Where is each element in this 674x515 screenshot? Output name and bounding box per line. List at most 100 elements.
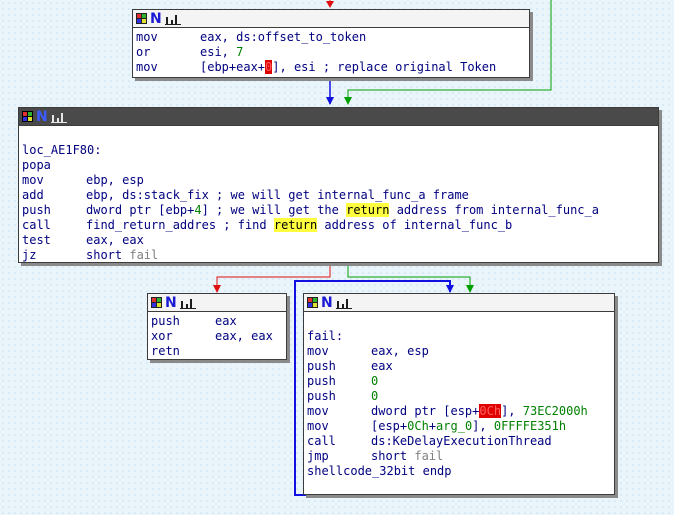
edge-main-to-left-red	[213, 263, 331, 293]
operand: return	[346, 203, 390, 217]
operand: ebp, ds:stack_fix ; we will get internal…	[86, 188, 469, 202]
mnemonic: jmp	[307, 449, 329, 463]
code-line[interactable]: push 0	[307, 374, 614, 389]
color-grid-icon	[136, 13, 147, 24]
mnemonic: xor	[151, 329, 173, 343]
edge-main-to-right-green	[347, 263, 474, 293]
n-icon[interactable]: N	[36, 110, 48, 124]
mnemonic: push	[22, 203, 51, 217]
operand: [esp+	[371, 419, 408, 433]
code-line[interactable]: loc_AE1F80:	[22, 143, 658, 158]
graph-icon[interactable]	[335, 297, 352, 309]
code-line[interactable]: push eax	[307, 359, 614, 374]
code-line[interactable]: mov eax, ds:offset_to_token	[136, 30, 529, 45]
code-line[interactable]: call find_return_addres ; find return add…	[22, 218, 658, 233]
operand: ],	[501, 404, 523, 418]
operand: eax, ds:offset_to_token	[200, 30, 367, 44]
block-header: N	[304, 294, 614, 312]
mnemonic: mov	[307, 404, 329, 418]
operand: +	[428, 419, 437, 433]
code-line[interactable]: add ebp, ds:stack_fix ; we will get inter…	[22, 188, 658, 203]
block-header: N	[19, 108, 658, 126]
block-header: N	[148, 294, 286, 312]
mnemonic: test	[22, 233, 51, 247]
edge-top-to-main-blue	[326, 79, 334, 105]
mnemonic: or	[136, 45, 151, 59]
color-grid-icon	[22, 111, 33, 122]
operand: 4	[194, 203, 202, 217]
block-code: fail: mov eax, esp push eax push 0 push 0 mov dwor…	[304, 312, 614, 481]
code-line[interactable]: push eax	[151, 314, 286, 329]
operand: 0Ch	[479, 404, 502, 418]
block-header: N	[133, 10, 529, 28]
operand: eax, eax	[86, 233, 144, 247]
code-line[interactable]: xor eax, eax	[151, 329, 286, 344]
operand: ebp, esp	[86, 173, 144, 187]
code-line[interactable]: call ds:KeDelayExecutionThread	[307, 434, 614, 449]
code-line[interactable]: mov [ebp+eax+0], esi ; replace original T…	[136, 60, 529, 75]
operand: 0FFFFE351h	[493, 419, 567, 433]
graph-icon[interactable]	[50, 111, 67, 123]
code-block-left[interactable]: N push eax xor eax, eax retn	[147, 293, 287, 360]
code-line[interactable]: shellcode_32bit endp	[307, 464, 614, 479]
operand: [ebp+eax+	[200, 60, 266, 74]
operand: 0	[371, 389, 379, 403]
code-line[interactable]: jmp short fail	[307, 449, 614, 464]
graph-icon[interactable]	[164, 13, 181, 25]
code-line[interactable]: popa	[22, 158, 658, 173]
graph-icon[interactable]	[179, 297, 196, 309]
code-line[interactable]: mov [esp+0Ch+arg_0], 0FFFFE351h	[307, 419, 614, 434]
operand: eax, eax	[215, 329, 273, 343]
operand: arg_0	[436, 419, 473, 433]
mnemonic: mov	[307, 344, 329, 358]
code-line[interactable]: mov eax, esp	[307, 344, 614, 359]
mnemonic: shellcode_32bit endp	[307, 464, 452, 478]
code-line[interactable]: push 0	[307, 389, 614, 404]
mnemonic: jz	[22, 248, 37, 262]
code-line[interactable]: jz short fail	[22, 248, 658, 263]
code-line[interactable]: mov dword ptr [esp+0Ch], 73EC2000h	[307, 404, 614, 419]
operand: ],	[472, 419, 494, 433]
mnemonic: mov	[136, 30, 158, 44]
operand: eax	[371, 359, 393, 373]
block-code: push eax xor eax, eax retn	[148, 312, 286, 361]
operand: address from internal_func_a	[389, 203, 599, 217]
operand: 73EC2000h	[522, 404, 588, 418]
code-line[interactable]: fail:	[307, 329, 614, 344]
code-line[interactable]: retn	[151, 344, 286, 359]
operand: address of internal_func_b	[317, 218, 513, 232]
mnemonic: mov	[22, 173, 44, 187]
code-line[interactable]: push dword ptr [ebp+4] ; we will get the …	[22, 203, 658, 218]
mnemonic: add	[22, 188, 44, 202]
mnemonic: push	[307, 374, 336, 388]
operand: 0Ch	[407, 419, 429, 433]
operand: eax	[215, 314, 237, 328]
color-grid-icon	[151, 297, 162, 308]
code-block-main[interactable]: N loc_AE1F80: popa mov ebp, esp add ebp, ds:s…	[18, 107, 659, 263]
mnemonic: loc_AE1F80:	[22, 143, 102, 157]
code-line[interactable]	[307, 314, 614, 329]
operand: ] ; we will get the	[201, 203, 347, 217]
mnemonic: push	[307, 359, 336, 373]
mnemonic: call	[22, 218, 51, 232]
code-line[interactable]: test eax, eax	[22, 233, 658, 248]
edge-top-red	[326, 0, 334, 8]
operand: dword ptr [ebp+	[86, 203, 195, 217]
code-block-top[interactable]: N mov eax, ds:offset_to_token or esi, 7 mov […	[132, 9, 530, 78]
mnemonic: retn	[151, 344, 180, 358]
operand: fail	[414, 449, 444, 463]
color-grid-icon	[307, 297, 318, 308]
mnemonic: call	[307, 434, 336, 448]
code-line[interactable]: mov ebp, esp	[22, 173, 658, 188]
n-icon[interactable]: N	[165, 296, 177, 310]
operand: eax, esp	[371, 344, 429, 358]
code-block-fail[interactable]: N fail: mov eax, esp push eax push 0 push 0 mov dw…	[303, 293, 615, 495]
code-line[interactable]	[22, 128, 658, 143]
block-code: loc_AE1F80: popa mov ebp, esp add ebp, ds:sta…	[19, 126, 658, 265]
n-icon[interactable]: N	[321, 296, 333, 310]
n-icon[interactable]: N	[150, 12, 162, 26]
mnemonic: fail:	[307, 329, 344, 343]
operand: find_return_addres ; find	[86, 218, 274, 232]
code-line[interactable]: or esi, 7	[136, 45, 529, 60]
operand: return	[273, 218, 318, 232]
